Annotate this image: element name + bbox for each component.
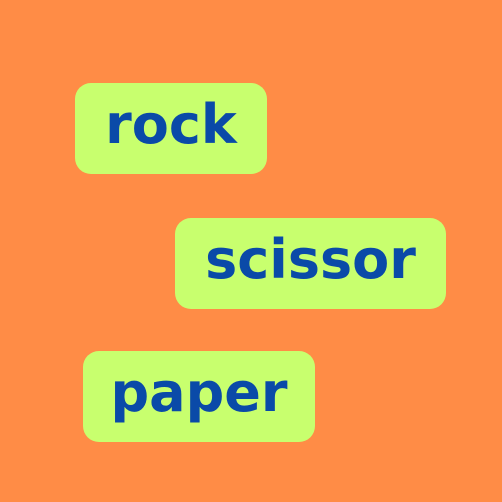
word-pill-paper: paper <box>83 351 315 442</box>
word-label-rock: rock <box>105 92 237 156</box>
word-label-paper: paper <box>110 360 288 424</box>
word-label-scissor: scissor <box>205 227 416 291</box>
canvas: rock scissor paper <box>0 0 502 502</box>
word-pill-rock: rock <box>75 83 267 174</box>
word-pill-scissor: scissor <box>175 218 446 309</box>
